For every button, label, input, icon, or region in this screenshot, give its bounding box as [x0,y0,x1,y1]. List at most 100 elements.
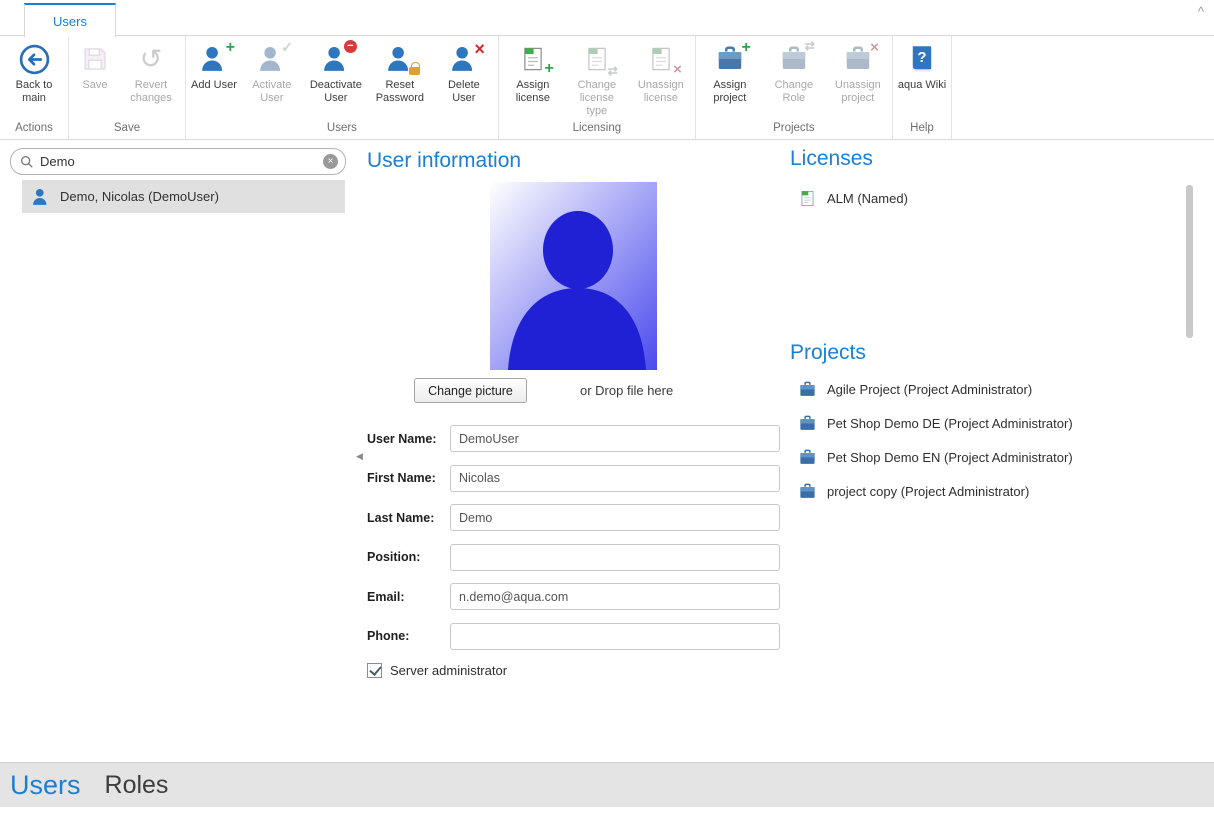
ribbon-group-label: Users [188,122,496,139]
unassign-project-button[interactable]: × Unassign project [826,38,890,105]
project-item-label: Pet Shop Demo EN (Project Administrator) [827,450,1073,465]
button-label: Revert changes [122,79,180,105]
first-name-label: First Name: [367,471,450,485]
button-label: Deactivate User [307,79,365,105]
cross-badge-icon: × [474,40,485,58]
plus-badge-icon: + [742,40,751,56]
project-item-label: Agile Project (Project Administrator) [827,382,1032,397]
unassign-license-icon: × [644,42,678,76]
minus-badge-icon: − [344,40,357,53]
button-label: aqua Wiki [898,79,946,92]
aqua-wiki-button[interactable]: ? aqua Wiki [895,38,949,92]
ribbon-group-label: Projects [698,122,890,139]
change-picture-button[interactable]: Change picture [414,378,527,403]
unassign-license-button[interactable]: × Unassign license [629,38,693,105]
ribbon-tab-bar: Users ^ [0,0,1214,36]
user-list-panel: × Demo, Nicolas (DemoUser) [0,140,356,762]
change-license-type-button[interactable]: ⇄ Change license type [565,38,629,119]
check-badge-icon: ✓ [281,40,293,54]
delete-user-button[interactable]: × Delete User [432,38,496,105]
add-user-icon: + [197,42,231,76]
ribbon-toolbar: Back to main Actions Save ↺ Revert chan [0,36,1214,140]
button-label: Back to main [5,79,63,105]
cross-badge-icon: × [673,62,682,77]
change-license-type-icon: ⇄ [580,42,614,76]
footer-tab-roles[interactable]: Roles [105,771,169,800]
assign-license-icon: + [516,42,550,76]
project-item-label: Pet Shop Demo DE (Project Administrator) [827,416,1073,431]
user-form: User Name: First Name: Last Name: Positi… [367,425,787,678]
assign-project-button[interactable]: + Assign project [698,38,762,105]
user-icon [31,187,51,207]
project-item[interactable]: Agile Project (Project Administrator) [798,378,1032,400]
button-label: Delete User [435,79,493,105]
project-item[interactable]: project copy (Project Administrator) [798,480,1029,502]
footer-tab-users[interactable]: Users [10,770,81,801]
project-item[interactable]: Pet Shop Demo EN (Project Administrator) [798,446,1073,468]
back-icon [17,42,51,76]
bottom-tab-bar: Users Roles [0,762,1214,807]
project-icon [798,414,817,433]
revert-icon: ↺ [134,42,168,76]
project-item[interactable]: Pet Shop Demo DE (Project Administrator) [798,412,1073,434]
deactivate-user-button[interactable]: − Deactivate User [304,38,368,105]
first-name-input[interactable] [450,465,780,492]
button-label: Reset Password [371,79,429,105]
ribbon-group-label: Save [71,122,183,139]
phone-label: Phone: [367,629,450,643]
ribbon-group-licensing: + Assign license ⇄ Change license type × [499,36,696,139]
svg-text:?: ? [917,49,926,66]
reset-password-button[interactable]: Reset Password [368,38,432,105]
save-button[interactable]: Save [71,38,119,92]
button-label: Change Role [765,79,823,105]
position-label: Position: [367,550,450,564]
revert-changes-button[interactable]: ↺ Revert changes [119,38,183,105]
drop-file-hint: or Drop file here [580,383,673,398]
phone-input[interactable] [450,623,780,650]
button-label: Activate User [243,79,301,105]
vertical-scrollbar[interactable] [1186,185,1193,338]
collapse-ribbon-icon[interactable]: ^ [1198,4,1204,19]
back-to-main-button[interactable]: Back to main [2,38,66,105]
search-input[interactable] [40,154,317,169]
ribbon-group-label: Help [895,122,949,139]
licenses-projects-panel: Licenses ALM (Named) Projects Agile Proj… [790,140,1186,762]
last-name-input[interactable] [450,504,780,531]
tab-users[interactable]: Users [24,3,116,37]
ribbon-group-projects: + Assign project ⇄ Change Role × [696,36,893,139]
tab-users-label: Users [53,14,87,29]
cross-badge-icon: × [870,40,879,55]
activate-user-button[interactable]: ✓ Activate User [240,38,304,105]
button-label: Unassign project [829,79,887,105]
ribbon-group-label: Actions [2,122,66,139]
user-name-label: User Name: [367,432,450,446]
button-label: Save [82,79,107,92]
button-label: Assign license [504,79,562,105]
assign-license-button[interactable]: + Assign license [501,38,565,105]
change-role-button[interactable]: ⇄ Change Role [762,38,826,105]
license-item[interactable]: ALM (Named) [798,187,908,209]
user-name-input[interactable] [450,425,780,452]
email-input[interactable] [450,583,780,610]
clear-search-icon[interactable]: × [323,154,338,169]
position-input[interactable] [450,544,780,571]
user-information-title: User information [367,149,521,173]
user-list-item[interactable]: Demo, Nicolas (DemoUser) [22,180,345,213]
ribbon-group-actions: Back to main Actions [0,36,69,139]
assign-project-icon: + [713,42,747,76]
license-item-label: ALM (Named) [827,191,908,206]
server-administrator-checkbox[interactable] [367,663,382,678]
unassign-project-icon: × [841,42,875,76]
add-user-button[interactable]: + Add User [188,38,240,92]
search-box: × [10,148,346,175]
wiki-icon: ? [905,42,939,76]
lock-badge-icon [409,67,420,75]
button-label: Assign project [701,79,759,105]
user-list-item-label: Demo, Nicolas (DemoUser) [60,189,219,204]
ribbon-group-save: Save ↺ Revert changes Save [69,36,186,139]
deactivate-user-icon: − [319,42,353,76]
project-item-label: project copy (Project Administrator) [827,484,1029,499]
button-label: Add User [191,79,237,92]
project-icon [798,380,817,399]
plus-badge-icon: + [226,40,235,56]
